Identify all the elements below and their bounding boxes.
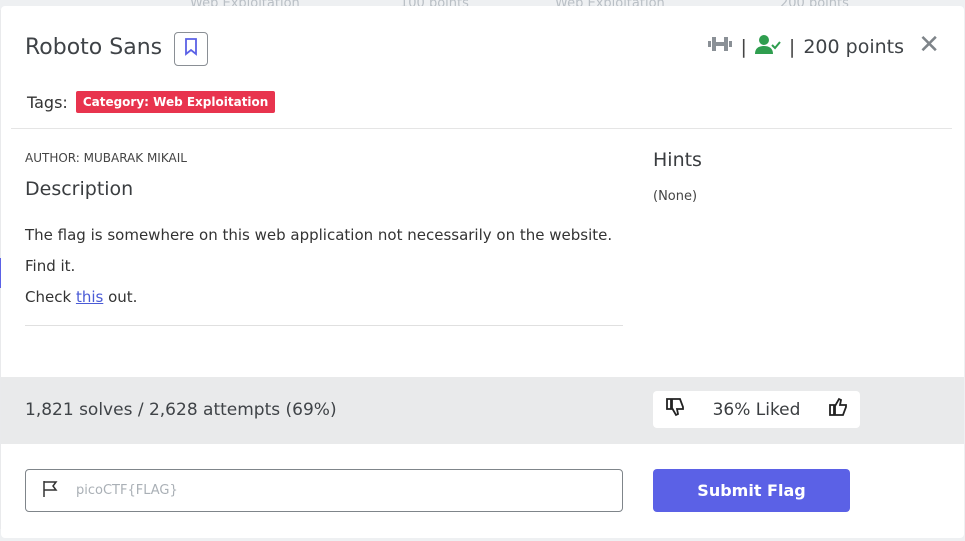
check-suffix: out. — [108, 288, 138, 306]
description-line: The flag is somewhere on this web applic… — [25, 226, 613, 244]
close-icon[interactable]: ✕ — [918, 32, 940, 58]
description-heading: Description — [25, 178, 134, 200]
author-label: AUTHOR: MUBARAK MIKAIL — [25, 151, 187, 165]
like-widget: 36% Liked — [653, 391, 860, 428]
check-prefix: Check — [25, 288, 72, 306]
flag-input[interactable] — [76, 483, 576, 498]
flag-field[interactable] — [25, 469, 623, 512]
description-divider — [25, 325, 623, 326]
meta-separator: | — [788, 35, 796, 58]
header-divider — [11, 128, 952, 129]
category-tag[interactable]: Category: Web Exploitation — [75, 91, 276, 113]
points-label: 200 points — [803, 35, 904, 58]
thumbs-up-icon[interactable] — [828, 397, 848, 422]
tags-label: Tags: — [27, 92, 68, 112]
challenge-modal: Roboto Sans | | 200 points ✕ Tags: Categ… — [1, 6, 964, 538]
user-check-icon — [754, 34, 781, 59]
bookmark-icon — [184, 38, 198, 60]
submit-flag-button[interactable]: Submit Flag — [653, 469, 850, 512]
description-line: Check this out. — [25, 282, 625, 313]
hints-heading: Hints — [653, 149, 702, 171]
barbell-icon — [707, 34, 733, 59]
thumbs-down-icon[interactable] — [665, 397, 685, 422]
challenge-link[interactable]: this — [76, 288, 103, 306]
challenge-title: Roboto Sans — [25, 35, 163, 60]
challenge-meta: | | 200 points — [707, 34, 904, 59]
hints-value: (None) — [653, 189, 698, 204]
description-line: Find it. — [25, 257, 76, 275]
tags-row: Tags: Category: Web Exploitation — [27, 91, 276, 113]
meta-separator: | — [740, 35, 747, 58]
flag-icon — [42, 480, 60, 502]
bookmark-button[interactable] — [174, 32, 208, 66]
description-body: The flag is somewhere on this web applic… — [25, 220, 625, 313]
solves-text: 1,821 solves / 2,628 attempts (69%) — [25, 400, 337, 420]
liked-percentage: 36% Liked — [712, 399, 801, 420]
stats-bar: 1,821 solves / 2,628 attempts (69%) 36% … — [1, 377, 964, 444]
